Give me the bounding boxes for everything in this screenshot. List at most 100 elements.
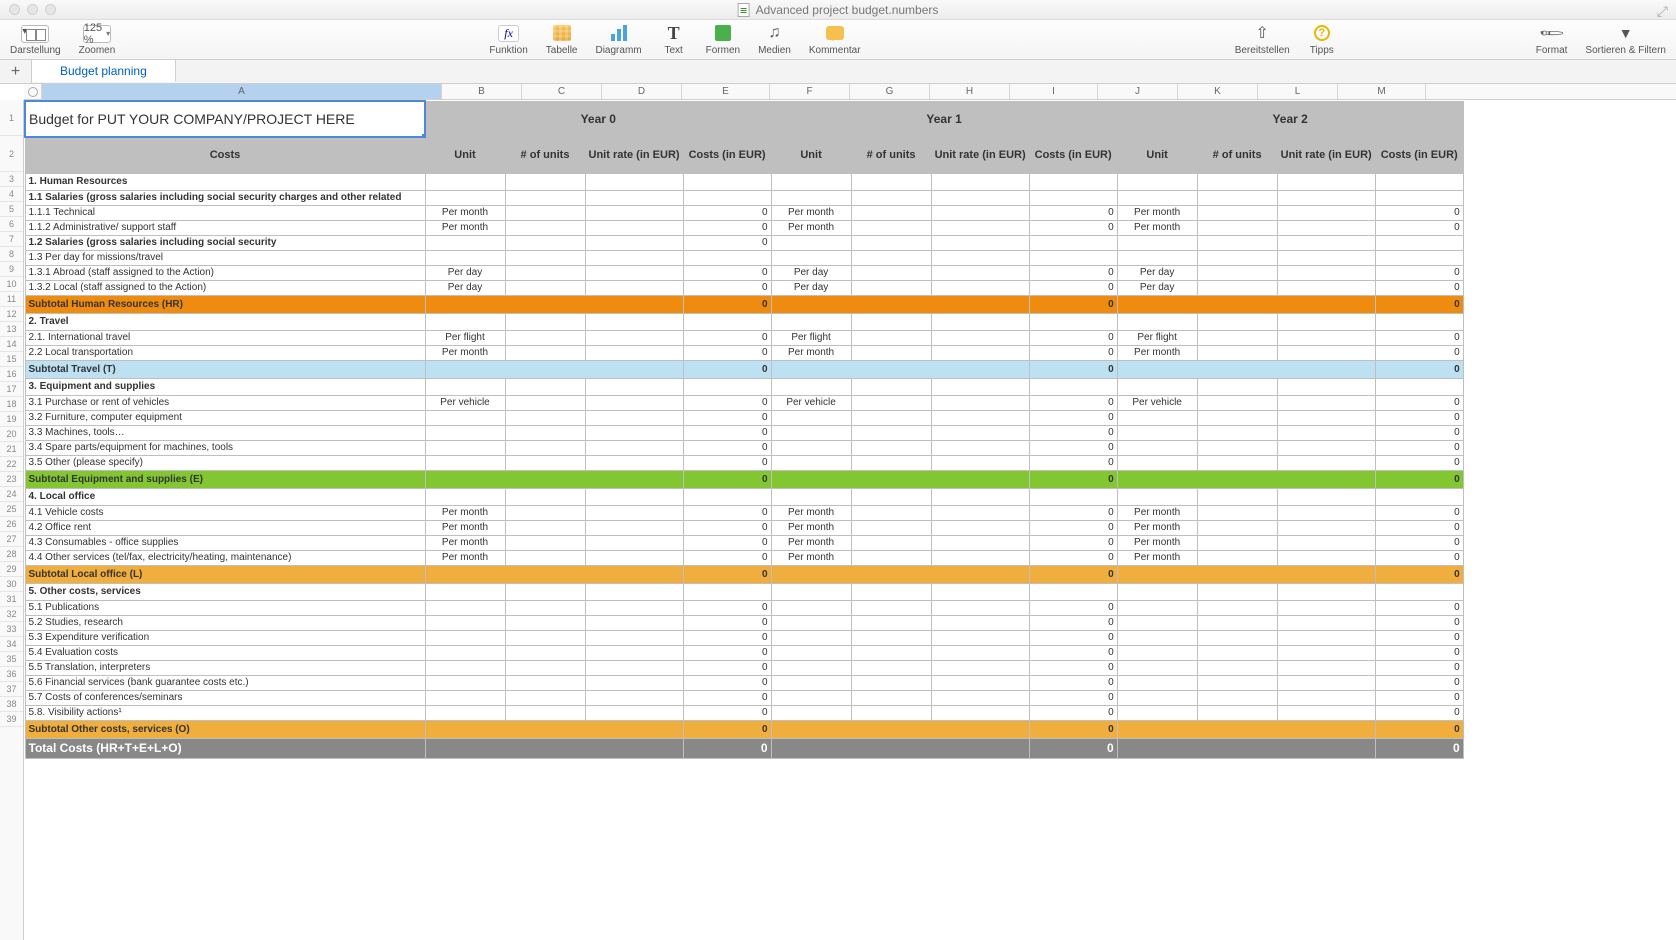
cell[interactable]	[1197, 378, 1277, 395]
cell[interactable]: 4.2 Office rent	[25, 520, 425, 535]
cell[interactable]: Per month	[1117, 550, 1197, 565]
cell[interactable]	[851, 440, 931, 455]
cell[interactable]	[1277, 690, 1375, 705]
cell[interactable]: Costs (in EUR)	[1029, 137, 1117, 173]
cell[interactable]: Costs (in EUR)	[1375, 137, 1463, 173]
cell[interactable]: 0	[1029, 660, 1117, 675]
cell[interactable]	[1277, 190, 1375, 205]
column-header[interactable]: C	[522, 84, 602, 99]
cell[interactable]	[771, 470, 1029, 488]
fullscreen-icon[interactable]: ⤢	[1657, 3, 1668, 20]
cell[interactable]	[1117, 410, 1197, 425]
cell[interactable]: 0	[683, 615, 771, 630]
maximize-window-button[interactable]	[45, 4, 56, 15]
cell[interactable]	[585, 220, 683, 235]
cell[interactable]	[931, 313, 1029, 330]
cell[interactable]: 1.3.2 Local (staff assigned to the Actio…	[25, 280, 425, 295]
cell[interactable]	[1375, 488, 1463, 505]
cell[interactable]	[851, 330, 931, 345]
cell[interactable]	[585, 235, 683, 250]
cell[interactable]	[771, 738, 1029, 758]
cell[interactable]	[585, 630, 683, 645]
cell[interactable]: 0	[683, 720, 771, 738]
cell[interactable]	[1117, 235, 1197, 250]
cell[interactable]: 0	[683, 565, 771, 583]
cell[interactable]: 5.8. Visibility actions¹	[25, 705, 425, 720]
cell[interactable]	[851, 250, 931, 265]
cell[interactable]	[931, 645, 1029, 660]
cell[interactable]: 0	[1375, 705, 1463, 720]
cell[interactable]: Costs (in EUR)	[683, 137, 771, 173]
cell[interactable]	[1197, 190, 1277, 205]
cell[interactable]	[1197, 330, 1277, 345]
cell[interactable]	[1117, 630, 1197, 645]
cell[interactable]	[1117, 690, 1197, 705]
cell[interactable]	[771, 295, 1029, 313]
cell[interactable]	[585, 550, 683, 565]
cell[interactable]	[425, 720, 683, 738]
cell[interactable]	[585, 535, 683, 550]
cell[interactable]: 1.1.2 Administrative/ support staff	[25, 220, 425, 235]
cell[interactable]	[851, 583, 931, 600]
cell[interactable]	[585, 425, 683, 440]
cell[interactable]: Per month	[771, 220, 851, 235]
cell[interactable]: Per day	[1117, 265, 1197, 280]
cell[interactable]	[1375, 378, 1463, 395]
row-header[interactable]: 14	[0, 337, 23, 352]
cell[interactable]	[771, 565, 1029, 583]
cell[interactable]	[505, 520, 585, 535]
cell[interactable]	[851, 410, 931, 425]
cell[interactable]: 0	[683, 738, 771, 758]
cell[interactable]: # of units	[851, 137, 931, 173]
cell[interactable]	[425, 360, 683, 378]
cell[interactable]	[1277, 220, 1375, 235]
cell[interactable]	[425, 690, 505, 705]
cell[interactable]: 2. Travel	[25, 313, 425, 330]
spreadsheet-body[interactable]: Budget for PUT YOUR COMPANY/PROJECT HERE…	[24, 100, 1676, 940]
cell[interactable]: Per month	[771, 505, 851, 520]
cell[interactable]: 0	[1375, 295, 1463, 313]
cell[interactable]	[585, 615, 683, 630]
cell[interactable]	[931, 330, 1029, 345]
cell[interactable]	[1277, 520, 1375, 535]
cell[interactable]	[1197, 455, 1277, 470]
cell[interactable]: 0	[683, 295, 771, 313]
cell[interactable]: Per month	[771, 520, 851, 535]
cell[interactable]	[931, 190, 1029, 205]
cell[interactable]: 0	[683, 675, 771, 690]
cell[interactable]: 0	[1029, 705, 1117, 720]
cell[interactable]	[931, 455, 1029, 470]
cell[interactable]: Per month	[771, 345, 851, 360]
cell[interactable]	[425, 675, 505, 690]
cell[interactable]: 0	[1029, 345, 1117, 360]
cell[interactable]: 0	[683, 645, 771, 660]
cell[interactable]	[931, 250, 1029, 265]
row-header[interactable]: 5	[0, 202, 23, 217]
cell[interactable]	[1117, 720, 1375, 738]
cell[interactable]: Subtotal Equipment and supplies (E)	[25, 470, 425, 488]
cell[interactable]	[771, 660, 851, 675]
cell[interactable]: 4.1 Vehicle costs	[25, 505, 425, 520]
cell[interactable]: Per day	[771, 280, 851, 295]
cell[interactable]: 0	[1375, 205, 1463, 220]
cell[interactable]	[771, 705, 851, 720]
cell[interactable]	[425, 250, 505, 265]
cell[interactable]: Unit rate (in EUR)	[1277, 137, 1375, 173]
cell[interactable]: Per month	[1117, 505, 1197, 520]
cell[interactable]	[683, 250, 771, 265]
cell[interactable]	[931, 583, 1029, 600]
cell[interactable]: 0	[1375, 630, 1463, 645]
cell[interactable]	[1197, 645, 1277, 660]
cell[interactable]	[931, 488, 1029, 505]
row-header[interactable]: 21	[0, 442, 23, 457]
row-header[interactable]: 3	[0, 172, 23, 187]
cell[interactable]	[1277, 280, 1375, 295]
cell[interactable]	[1197, 660, 1277, 675]
cell[interactable]	[585, 520, 683, 535]
row-header[interactable]: 22	[0, 457, 23, 472]
cell[interactable]	[1117, 488, 1197, 505]
cell[interactable]	[931, 520, 1029, 535]
cell[interactable]	[683, 313, 771, 330]
cell[interactable]	[505, 395, 585, 410]
view-button[interactable]: ▾ Darstellung	[10, 23, 61, 56]
